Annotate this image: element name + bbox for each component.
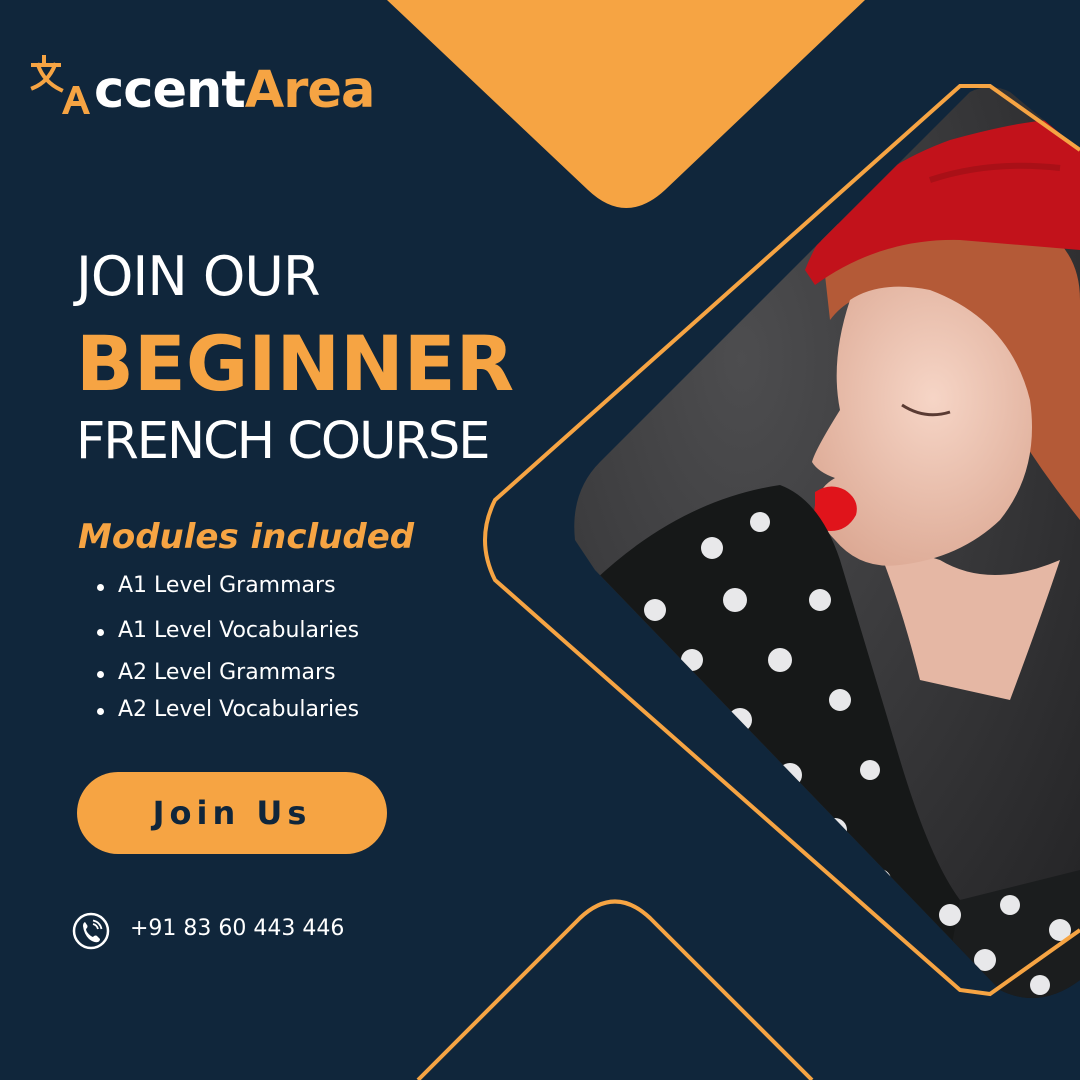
logo-text-primary: ccent <box>94 60 246 120</box>
phone-icon <box>72 912 110 950</box>
phone-number[interactable]: +91 83 60 443 446 <box>130 918 344 940</box>
list-item: A2 Level Grammars <box>97 660 336 685</box>
bottom-outline-shape <box>416 899 814 1080</box>
course-flyer: ccentArea JOIN OUR BEGINNER FRENCH COURS… <box>0 0 1080 1080</box>
modules-title: Modules included <box>78 517 415 557</box>
logo-text-accent: Area <box>244 60 376 120</box>
top-orange-shape <box>387 0 865 208</box>
list-item: A1 Level Grammars <box>97 573 336 598</box>
list-item: A2 Level Vocabularies <box>96 697 360 722</box>
portrait-photo <box>574 87 1080 998</box>
brand-logo: ccentArea <box>30 52 376 122</box>
join-us-button[interactable]: Join Us <box>77 772 387 854</box>
headline-line-3: FRENCH COURSE <box>76 412 490 471</box>
translate-icon <box>30 55 90 114</box>
headline-line-2: BEGINNER <box>76 319 515 408</box>
list-item: A1 Level Vocabularies <box>96 618 360 643</box>
headline-line-1: JOIN OUR <box>76 245 320 308</box>
